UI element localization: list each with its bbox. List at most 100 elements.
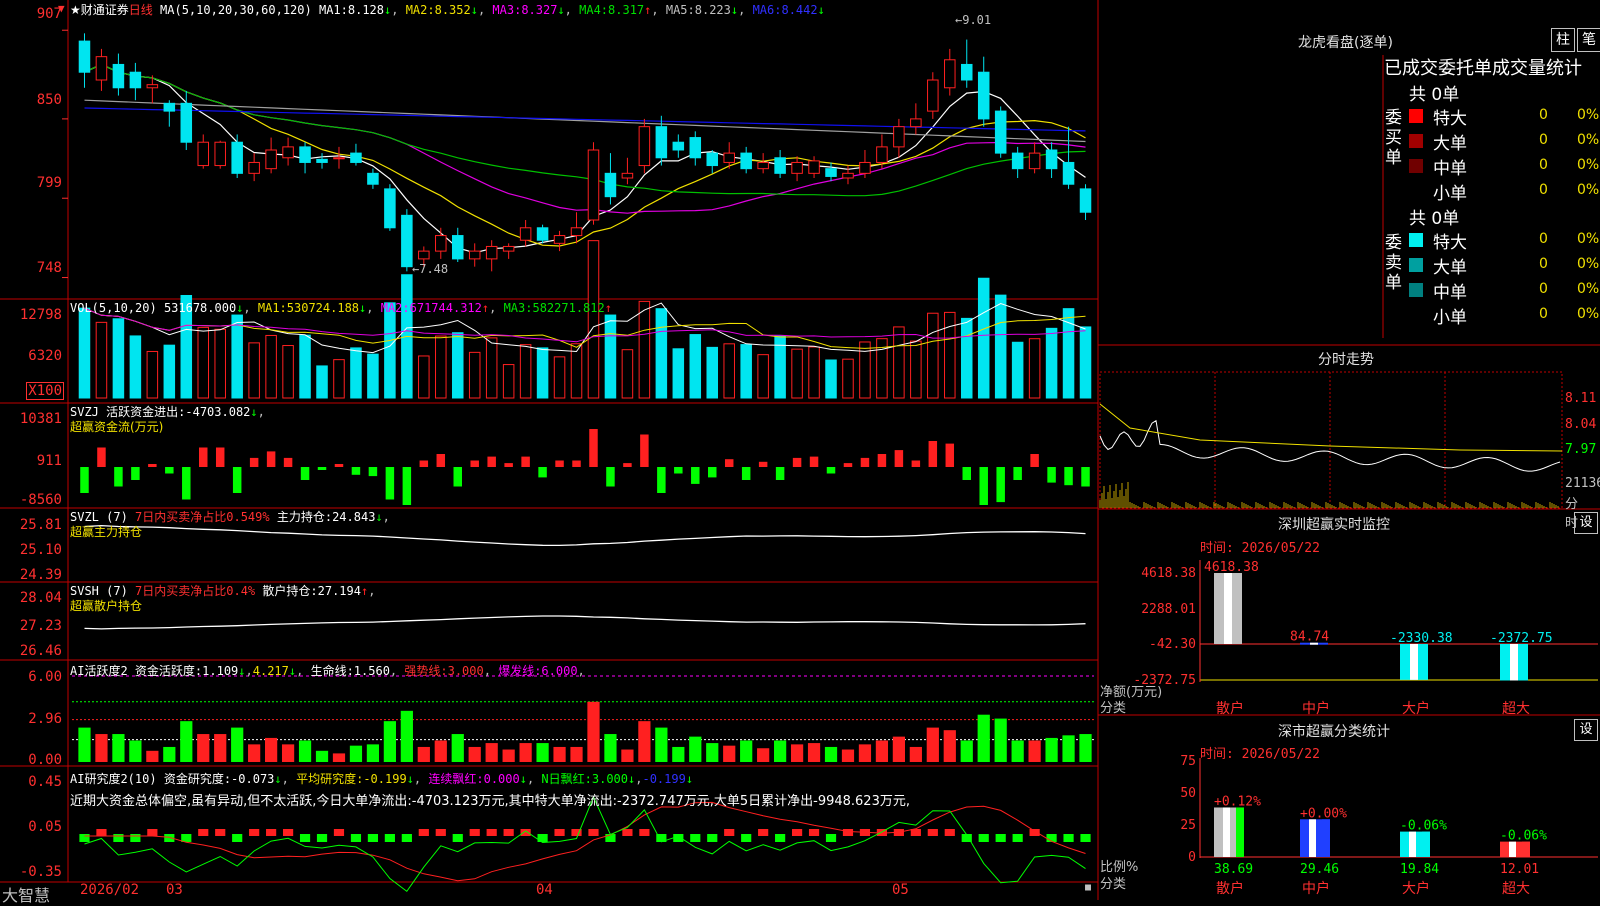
candle-body	[553, 235, 566, 244]
ai-active-text1: 资金活跃度:	[134, 664, 203, 678]
candle-body	[570, 227, 583, 237]
research-bar	[758, 829, 769, 836]
flow-bar-in	[809, 456, 819, 467]
ai-active-bar	[960, 740, 973, 762]
ai-active-bar	[180, 721, 193, 762]
volume-bar	[740, 344, 752, 399]
research-bar	[96, 829, 107, 836]
period-label[interactable]: 日线	[129, 3, 153, 17]
candle-body	[451, 235, 464, 260]
ai-active-bar	[451, 734, 464, 762]
research-bar	[333, 829, 345, 836]
stock-name[interactable]: ★财通证券	[70, 3, 129, 17]
candle-body	[774, 157, 786, 174]
ai-active-bar	[689, 736, 702, 762]
flow-bar-out	[1013, 467, 1022, 480]
candle-body	[808, 160, 820, 174]
volume-bar	[655, 308, 668, 399]
ai-active-bar	[655, 727, 668, 762]
flow-bar-out	[775, 467, 785, 480]
flow-bar-in	[572, 460, 581, 467]
ss-bar-change: +0.12%	[1214, 794, 1261, 809]
ss-settings-button[interactable]: 设	[1574, 719, 1598, 741]
volume-bar	[859, 341, 871, 399]
lock-icon[interactable]: ■	[1085, 882, 1091, 893]
candle-body	[316, 158, 328, 163]
research-bar	[724, 829, 735, 836]
intraday-vol-max: 21136	[1565, 476, 1600, 491]
flow-bar-out	[368, 467, 378, 477]
ai-active-bar	[298, 740, 312, 762]
vol-value: 531678.000	[163, 301, 237, 315]
low-value: 7.48	[419, 262, 449, 276]
ai-research-y-bot: -0.35	[19, 864, 62, 880]
candle-body	[960, 63, 973, 81]
svzl-header: SVZL (7) 7日内买卖净占比0.549% 主力持仓:24.843↓, 超赢…	[70, 510, 390, 539]
volume-bar	[316, 365, 328, 399]
sz-bar-value: -2330.38	[1390, 631, 1453, 646]
ai-research-y-top: 0.45	[28, 774, 62, 790]
svzj-label: SVZJ	[70, 405, 99, 419]
research-bar	[944, 829, 955, 836]
ai-research-d5: ↓	[685, 772, 694, 786]
flow-bar-out	[317, 467, 327, 470]
flow-bar-out	[962, 467, 971, 480]
svsh-y-bot: 26.46	[19, 643, 62, 659]
volume-bar	[927, 312, 939, 399]
research-bar	[690, 834, 701, 842]
candle-body	[638, 126, 651, 167]
ai-research-v2: -0.199	[363, 772, 407, 786]
research-bar	[113, 834, 124, 842]
candle-body	[723, 152, 735, 163]
ai-active-bar	[994, 718, 1007, 762]
flow-bar-out	[385, 467, 395, 500]
volume-bar	[384, 302, 396, 399]
flow-bar-in	[843, 463, 853, 467]
sell-l-pct: 0%	[1577, 256, 1600, 272]
sell-m-name: 中单	[1433, 283, 1467, 303]
ai-active-bar	[95, 734, 108, 762]
sell-s-name: 小单	[1433, 308, 1467, 328]
ai-active-header: AI活跃度2 资金活跃度:1.109↓,4.217↓, 生命线:1.560, 强…	[70, 664, 585, 678]
x-label-feb: 2026/02	[80, 882, 140, 898]
research-bar	[486, 829, 497, 836]
volume-bar	[1011, 341, 1024, 399]
volume-bar	[502, 364, 515, 399]
volume-bar	[621, 349, 634, 399]
sell-m-pct: 0%	[1577, 281, 1600, 297]
candle-body	[893, 126, 905, 148]
ai-active-bar	[790, 744, 804, 762]
ss-xlabel: 分类	[1100, 877, 1127, 892]
ss-bar-edge	[1422, 831, 1430, 857]
candle-body	[910, 118, 922, 128]
ma6-dir: ↓	[817, 3, 825, 17]
volume-bar	[468, 351, 481, 399]
sz-y-0: 4618.38	[1141, 566, 1196, 581]
flow-bar-out	[996, 467, 1005, 503]
candle-body	[248, 161, 260, 174]
brand-logo: 大智慧	[2, 886, 51, 905]
ma3-name: MA3:	[492, 3, 522, 17]
sz-category-label: 超大	[1502, 701, 1530, 717]
buy-xl-swatch	[1409, 109, 1423, 123]
sell-xl-count: 0	[1539, 231, 1548, 247]
sell-table: 特大 0 0% 大单 0 0% 中单 0 0% 小单 0 0%	[1407, 228, 1600, 328]
ss-bar-change: -0.06%	[1500, 829, 1547, 844]
flow-bar-in	[436, 454, 446, 467]
flow-bar-out	[300, 467, 310, 480]
buy-table: 特大 0 0% 大单 0 0% 中单 0 0% 小单 0 0%	[1407, 104, 1599, 204]
sz-settings-button[interactable]: 设	[1574, 512, 1598, 534]
flow-bar-in	[623, 463, 632, 467]
flow-bar-in	[215, 447, 225, 467]
tick-mode-button[interactable]: 笔	[1577, 28, 1600, 52]
y-label-748: 748	[36, 260, 62, 276]
candle-body	[129, 71, 142, 89]
bar-mode-button[interactable]: 柱	[1551, 28, 1575, 52]
ss-bar-edge	[1236, 807, 1244, 857]
volume-bar	[910, 340, 922, 399]
ai-active-bar	[604, 734, 617, 762]
volume-bar	[367, 353, 379, 399]
flow-bar-out	[182, 467, 191, 500]
research-bar	[707, 834, 718, 842]
y-label-799: 799	[36, 175, 62, 191]
